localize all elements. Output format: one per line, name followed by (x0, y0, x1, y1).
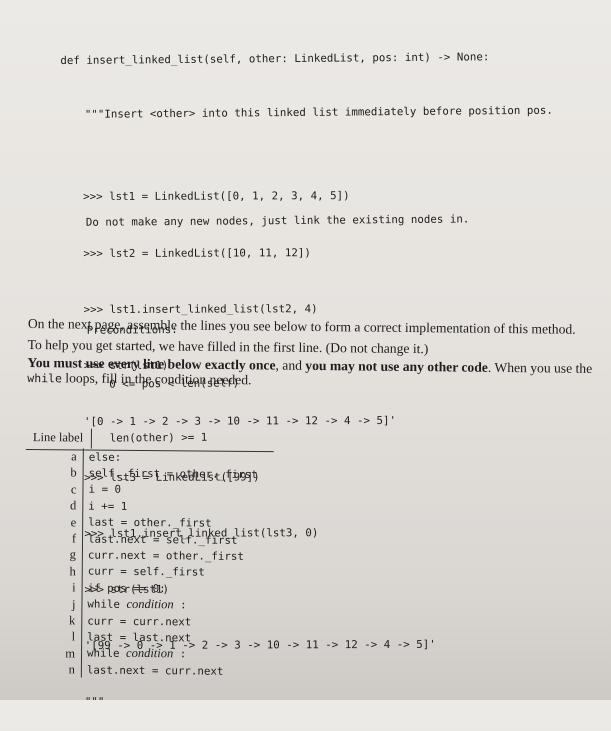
doctest-line: >>> lst1 = LinkedList([0, 1, 2, 3, 4, 5]… (83, 189, 350, 204)
code-text: last.next = self._first (87, 532, 238, 547)
table-row: f last.next = self._first (22, 529, 257, 548)
table-rows: a else: b self._first = other._first c i = 0d… (21, 447, 258, 680)
table-row: n last.next = curr.next (21, 661, 256, 679)
table-row: j while condition : (22, 595, 256, 614)
code-text: while (86, 646, 127, 661)
line-label: c (23, 480, 84, 498)
rule-text: loops, fill in the condition needed. (61, 370, 252, 388)
line-label: i (22, 579, 83, 597)
code-line: curr = curr.next (82, 614, 191, 628)
line-label: b (23, 464, 84, 482)
code-line: i = 0 (83, 483, 121, 496)
code-line: curr.next = other._first (83, 549, 244, 563)
line-label: m (21, 644, 83, 662)
table-row: g curr.next = other._first (22, 546, 257, 564)
code-line: else: (84, 450, 122, 463)
line-label: e (23, 513, 84, 531)
code-text: last = other._first (88, 515, 212, 530)
line-label-header: Line label (23, 428, 92, 449)
table-row: k curr = curr.next (22, 611, 256, 630)
code-text: else: (88, 450, 122, 464)
code-text: curr = self._first (87, 564, 205, 580)
table-row: b self._first = other._first (23, 464, 258, 482)
table-row: d i += 1 (23, 497, 257, 515)
condition-placeholder: condition (126, 597, 174, 612)
table-row: m while condition : (21, 644, 256, 663)
while-keyword: while (27, 370, 63, 386)
code-text: if pos == 0: (87, 581, 166, 596)
code-line: while condition : (82, 646, 186, 662)
line-label-table: Line label a else: b self._first = other._f… (21, 428, 274, 680)
def-line: def insert_linked_list(self, other: Link… (60, 50, 490, 67)
code-line: i += 1 (83, 499, 127, 512)
line-label: a (23, 447, 84, 465)
rule-text: , and (275, 357, 306, 373)
code-line: curr = self._first (83, 565, 205, 579)
docstring-close: """ (84, 695, 105, 709)
table-header: Line label (23, 428, 258, 450)
instruction-rules: You must use every line below exactly on… (27, 355, 607, 392)
table-row: c i = 0 (23, 480, 257, 499)
table-row: h curr = self._first (22, 562, 257, 581)
code-text: last = last.next (87, 630, 192, 645)
table-row: e last = other._first (23, 513, 257, 532)
code-line: while condition : (82, 597, 186, 613)
code-text: i += 1 (88, 499, 128, 513)
code-text: curr.next = other._first (87, 548, 244, 563)
condition-placeholder: condition (125, 646, 174, 661)
code-line: last = last.next (82, 631, 191, 645)
code-suffix: : (173, 598, 187, 612)
line-label: h (22, 562, 83, 580)
code-text: self._first = other._first (88, 466, 258, 482)
line-label: f (22, 529, 84, 547)
table-row: l last = last.next (22, 628, 256, 646)
rule-bold-2: you may not use any other code (305, 357, 488, 375)
code-text: curr = curr.next (87, 614, 192, 629)
instructions: On the next page, assemble the lines you… (27, 313, 608, 392)
table-row: i if pos == 0: (22, 579, 257, 597)
code-text: last.next = curr.next (86, 663, 224, 678)
code-line: last.next = self._first (83, 532, 238, 546)
code-suffix: : (173, 647, 187, 661)
code-text: while (87, 597, 127, 612)
rule-text: . When you use the (487, 359, 593, 376)
code-line: last.next = curr.next (82, 663, 224, 677)
line-label: j (22, 595, 83, 613)
code-line: self._first = other._first (84, 466, 258, 482)
line-label: n (21, 661, 82, 678)
line-label: g (22, 546, 83, 564)
line-label: k (22, 611, 83, 629)
code-line: last = other._first (83, 516, 212, 530)
code-text: i = 0 (88, 483, 122, 497)
code-line: if pos == 0: (83, 581, 166, 595)
line-label: d (23, 497, 84, 515)
line-label: l (22, 628, 83, 646)
docstring-first-line: """Insert <other> into this linked list … (84, 103, 553, 121)
doctest-line: >>> lst2 = LinkedList([10, 11, 12]) (83, 245, 311, 260)
